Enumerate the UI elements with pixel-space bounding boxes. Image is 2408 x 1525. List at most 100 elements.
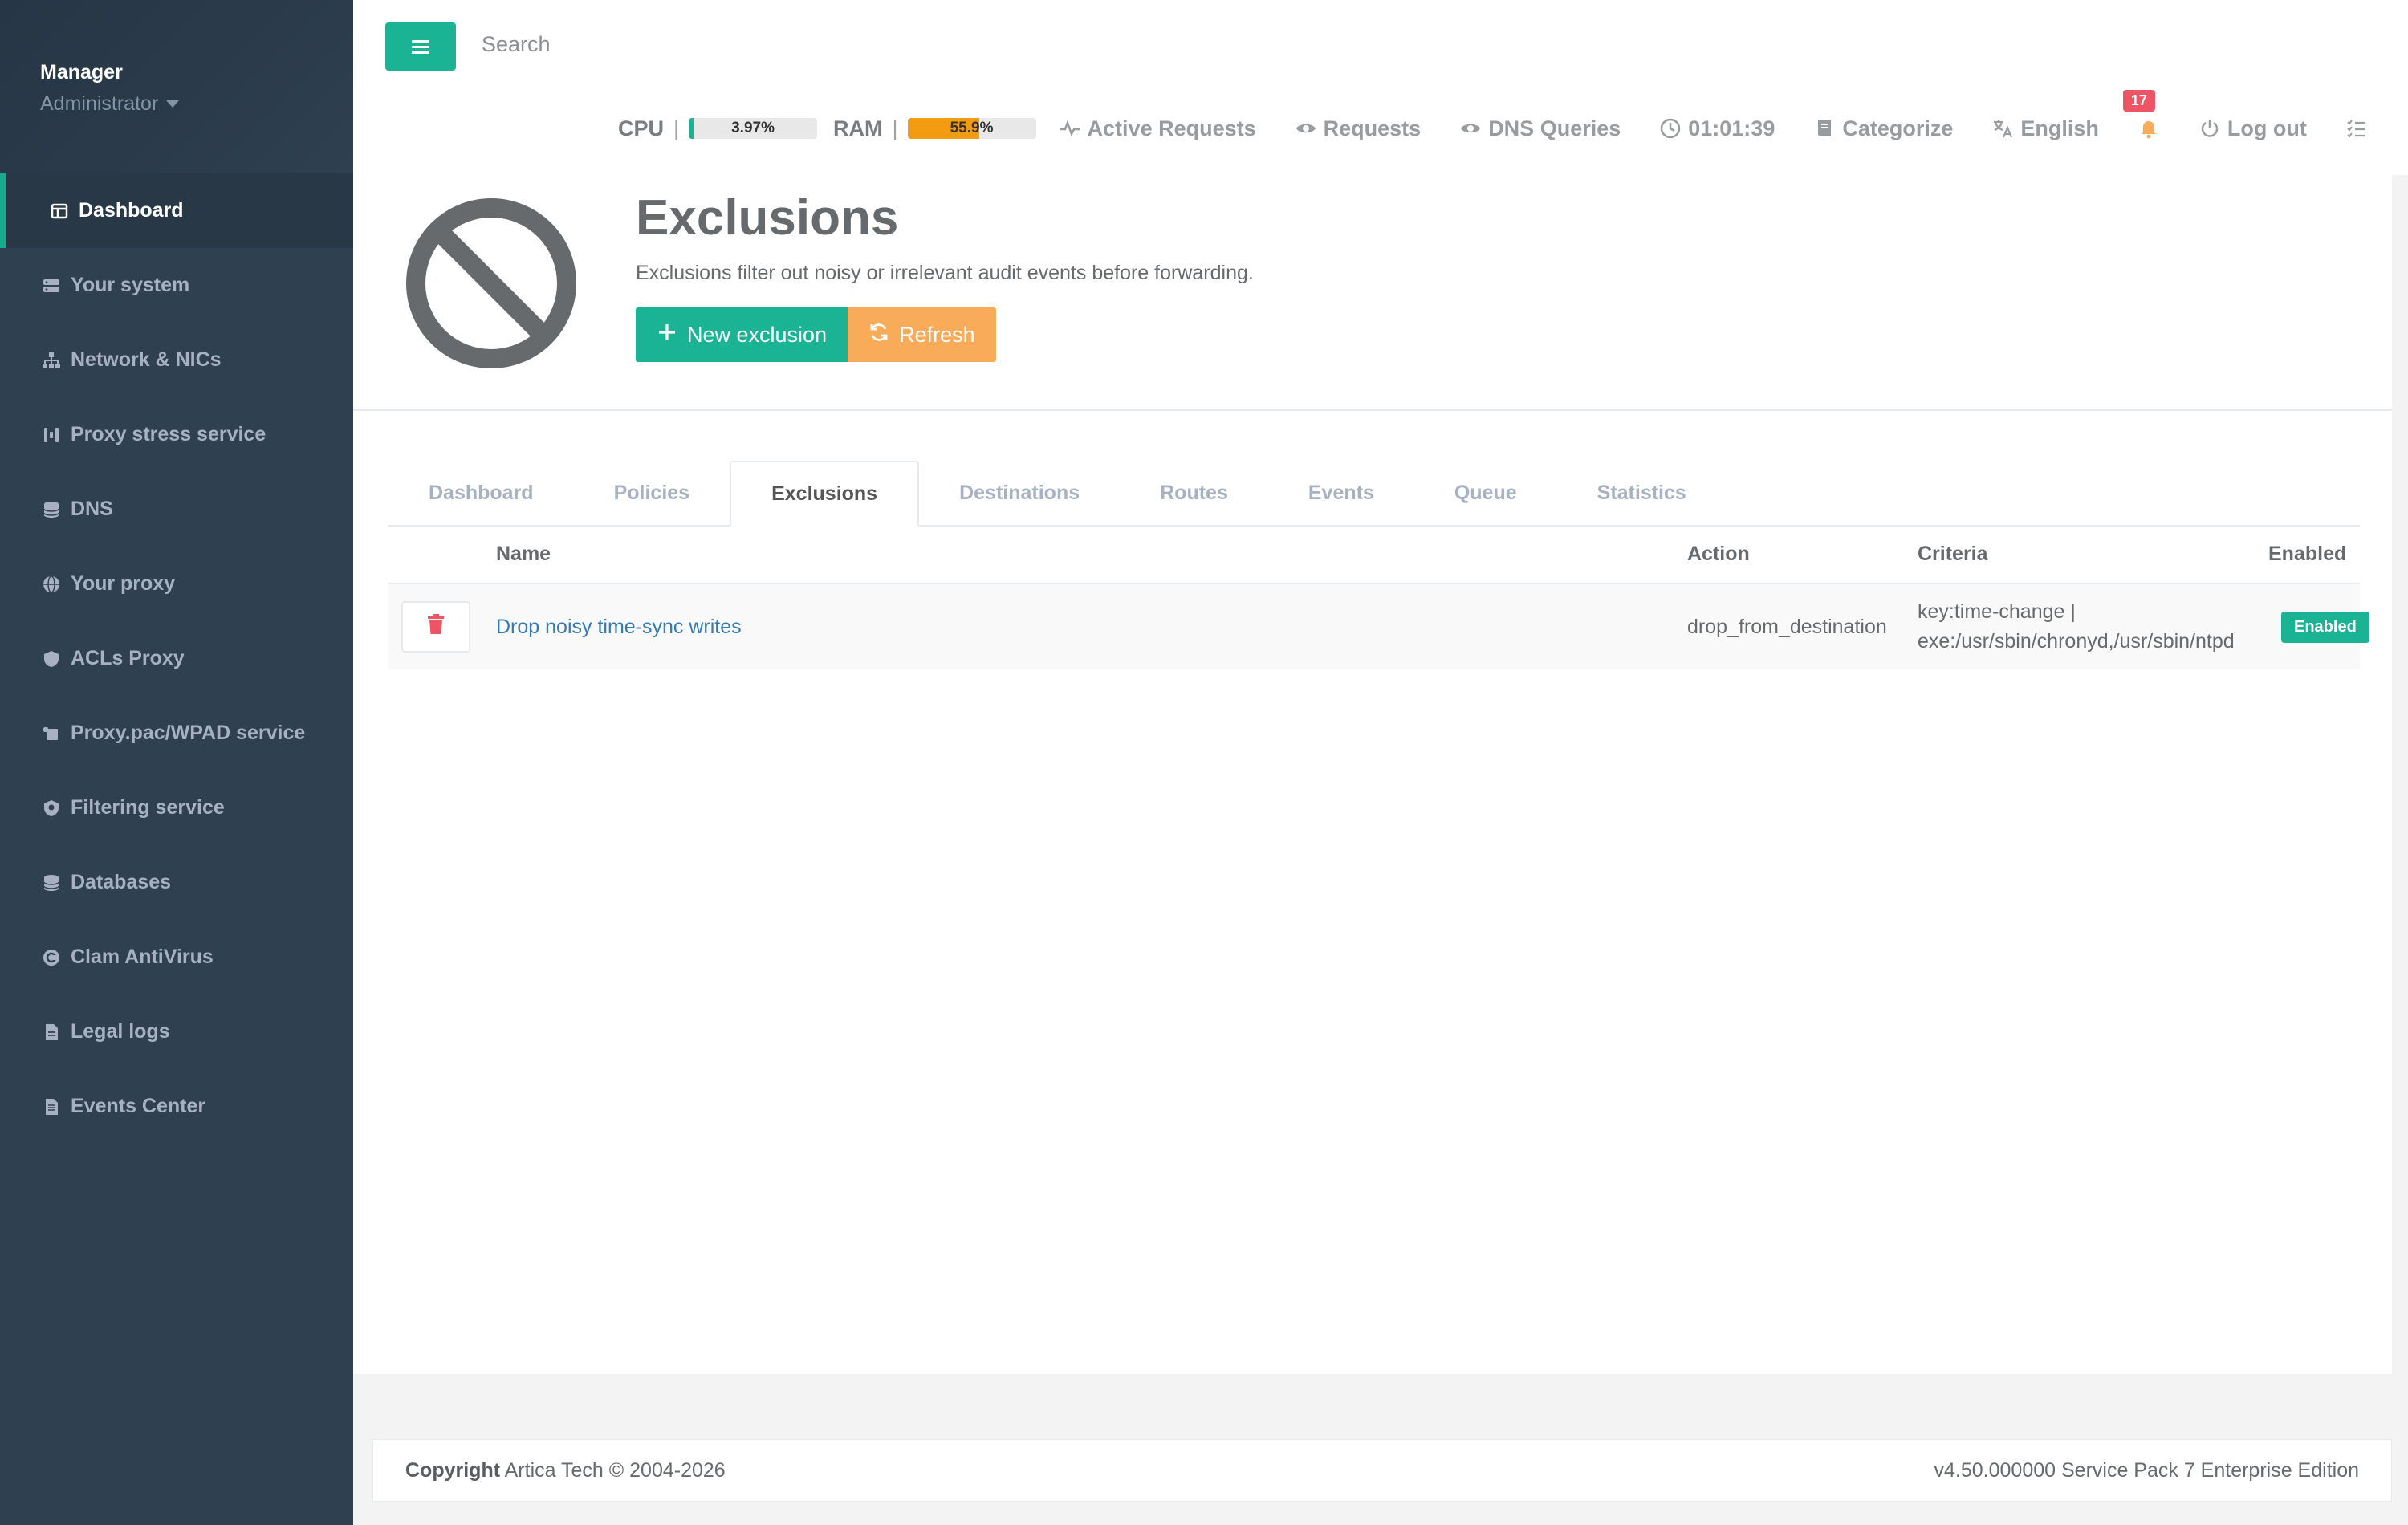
language-selector[interactable]: English [1991,116,2099,141]
tab-routes[interactable]: Routes [1120,461,1268,525]
dns-queries-label: DNS Queries [1488,116,1621,140]
database-icon [42,873,61,893]
column-header-name[interactable]: Name [496,543,551,566]
tab-statistics[interactable]: Statistics [1557,461,1727,525]
menu-toggle-button[interactable] [385,22,456,71]
search-input[interactable] [482,32,803,57]
column-header-criteria[interactable]: Criteria [1918,539,1988,569]
status-badge[interactable]: Enabled [2281,611,2369,643]
hamburger-icon [412,45,429,48]
status-bar: CPU | 3.97% RAM | 55.9% Active Requests … [618,90,2368,146]
exclusion-criteria: key:time-change | exe:/usr/sbin/chronyd,… [1918,597,2235,657]
exclusion-action: drop_from_destination [1687,615,1887,638]
categorize-link[interactable]: Categorize [1813,116,1953,141]
sidebar-item-label: Events Center [71,1095,206,1117]
sidebar-item-label: Network & NICs [71,348,222,371]
topbar: CPU | 3.97% RAM | 55.9% Active Requests … [353,0,2408,175]
ram-value: 55.9% [950,120,994,136]
cpu-value: 3.97% [731,120,775,136]
sidebar-item-label: DNS [71,498,113,520]
user-role: Administrator [40,92,159,115]
sidebar-item-clam-antivirus[interactable]: Clam AntiVirus [0,920,353,994]
page-header: Exclusions Exclusions filter out noisy o… [353,175,2392,411]
copyright-label: Copyright [405,1458,501,1482]
notifications-button[interactable]: 17 [2122,90,2160,140]
separator: | [673,116,680,140]
shield-virus-icon [42,799,61,818]
tab-events[interactable]: Events [1268,461,1414,525]
tab-queue[interactable]: Queue [1414,461,1557,525]
sidebar-item-proxy-pac[interactable]: Proxy.pac/WPAD service [0,696,353,771]
new-exclusion-button[interactable]: New exclusion [636,307,848,362]
sidebar-item-acls-proxy[interactable]: ACLs Proxy [0,621,353,696]
tab-exclusions[interactable]: Exclusions [730,461,920,527]
clock-time: 01:01:39 [1688,116,1775,140]
heartbeat-icon [1059,117,1081,140]
file-icon [42,1023,61,1042]
refresh-button[interactable]: Refresh [848,307,996,362]
cpu-progress-bar: 3.97% [689,118,818,139]
clock-display: 01:01:39 [1659,116,1775,141]
sidebar-item-legal-logs[interactable]: Legal logs [0,994,353,1069]
sidebar-item-filtering[interactable]: Filtering service [0,771,353,845]
dns-queries-link[interactable]: DNS Queries [1459,116,1621,141]
column-header-enabled[interactable]: Enabled [2268,543,2346,566]
sidebar-item-your-proxy[interactable]: Your proxy [0,547,353,621]
sidebar-item-label: Clam AntiVirus [71,946,214,968]
sidebar-item-your-system[interactable]: Your system [0,248,353,323]
scroll-icon [42,724,61,743]
logout-button[interactable]: Log out [2199,116,2307,141]
power-icon [2199,117,2221,140]
sidebar-item-dashboard[interactable]: Dashboard [0,173,353,248]
copyright-text: Artica Tech © 2004-2026 [504,1458,726,1482]
bell-icon [2138,117,2160,140]
sidebar-item-network[interactable]: Network & NICs [0,323,353,397]
new-exclusion-label: New exclusion [687,322,828,347]
notification-count-badge: 17 [2122,90,2155,112]
network-icon [42,351,61,370]
sidebar-item-proxy-stress[interactable]: Proxy stress service [0,397,353,472]
tab-destinations[interactable]: Destinations [919,461,1120,525]
sidebar-item-label: Proxy stress service [71,423,266,445]
language-icon [1991,117,2014,140]
globe-icon [42,575,61,594]
file-lines-icon [42,1097,61,1116]
tab-bar: Dashboard Policies Exclusions Destinatio… [388,437,2360,527]
sidebar-item-events-center[interactable]: Events Center [0,1069,353,1144]
logout-label: Log out [2227,116,2307,140]
sidebar-item-databases[interactable]: Databases [0,845,353,920]
eye-icon [1459,117,1482,140]
database-icon [42,500,61,519]
sidebar-item-dns[interactable]: DNS [0,472,353,547]
task-list-button[interactable] [2345,117,2368,140]
server-icon [42,276,61,295]
tab-dashboard[interactable]: Dashboard [388,461,574,525]
sidebar-item-label: Proxy.pac/WPAD service [71,722,306,744]
user-name: Manager [40,61,123,83]
user-role-dropdown[interactable]: Administrator [40,92,353,116]
shield-icon [42,649,61,669]
categorize-label: Categorize [1842,116,1954,140]
ram-label: RAM [833,116,883,140]
tab-policies[interactable]: Policies [574,461,730,525]
footer: Copyright Artica Tech © 2004-2026 v4.50.… [372,1439,2392,1502]
main-area: CPU | 3.97% RAM | 55.9% Active Requests … [353,0,2408,1525]
eye-icon [1295,117,1317,140]
requests-link[interactable]: Requests [1295,116,1421,141]
separator: | [892,116,898,140]
exclusion-name-link[interactable]: Drop noisy time-sync writes [496,616,742,639]
active-requests-link[interactable]: Active Requests [1059,116,1256,141]
sidebar-item-label: ACLs Proxy [71,647,185,669]
content-panel: Dashboard Policies Exclusions Destinatio… [353,411,2392,1374]
copyright: Copyright Artica Tech © 2004-2026 [405,1459,726,1482]
page-subtitle: Exclusions filter out noisy or irrelevan… [636,262,1254,284]
delete-button[interactable] [401,601,470,653]
language-label: English [2020,116,2099,140]
sidebar-item-label: Your system [71,274,190,296]
criteria-line: key:time-change | [1918,600,2076,623]
caret-down-icon [166,100,180,108]
sidebar-item-label: Filtering service [71,796,225,819]
column-header-action[interactable]: Action [1687,543,1750,566]
list-check-icon [2345,117,2368,140]
clock-icon [1659,117,1682,140]
